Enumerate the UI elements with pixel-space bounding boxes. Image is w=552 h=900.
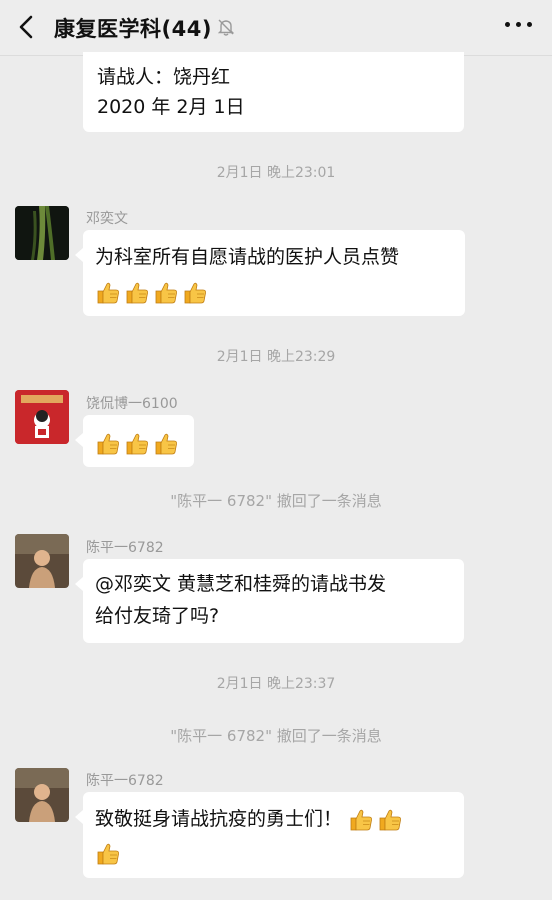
thumbs-up-icon — [95, 841, 121, 867]
message-text: 2020 年 2月 1日 — [97, 96, 245, 118]
avatar[interactable] — [15, 534, 69, 588]
thumbs-up-icon — [348, 807, 374, 833]
thumbs-up-icon — [153, 431, 179, 457]
message-bubble[interactable]: 为科室所有自愿请战的医护人员点赞 — [75, 230, 465, 316]
sender-name: 饶侃博一6100 — [86, 396, 178, 412]
sender-name: 邓奕文 — [86, 211, 128, 227]
thumbs-up-emoji-group — [95, 280, 208, 306]
sender-name: 陈平一6782 — [86, 773, 164, 789]
thumbs-up-icon — [124, 431, 150, 457]
sender-name: 陈平一6782 — [86, 540, 164, 556]
timestamp: 2月1日 晚上23:01 — [216, 165, 336, 181]
recall-notice: "陈平一 6782" 撤回了一条消息 — [170, 492, 382, 510]
avatar[interactable] — [15, 390, 69, 444]
message-bubble[interactable] — [75, 415, 194, 467]
thumbs-up-emoji-group — [95, 841, 121, 867]
message-text: 为科室所有自愿请战的医护人员点赞 — [95, 246, 400, 268]
thumbs-up-icon — [153, 280, 179, 306]
timestamp: 2月1日 晚上23:37 — [216, 676, 336, 692]
thumbs-up-icon — [377, 807, 403, 833]
thumbs-up-icon — [95, 280, 121, 306]
message-bubble[interactable]: 致敬挺身请战抗疫的勇士们！ — [75, 792, 464, 878]
avatar[interactable] — [15, 768, 69, 822]
message-text: 给付友琦了吗? — [95, 605, 220, 627]
more-dots-icon[interactable] — [505, 22, 532, 27]
recall-notice: "陈平一 6782" 撤回了一条消息 — [170, 727, 382, 745]
chat-title: 康复医学科(44) — [54, 17, 212, 41]
thumbs-up-emoji-group — [95, 431, 179, 457]
chat-header: 康复医学科(44) — [0, 0, 552, 56]
thumbs-up-icon — [124, 280, 150, 306]
message-text: @邓奕文 黄慧芝和桂舜的请战书发 — [95, 573, 387, 595]
message-text: 致敬挺身请战抗疫的勇士们！ — [95, 808, 343, 830]
bell-off-icon — [217, 19, 235, 36]
avatar[interactable] — [15, 206, 69, 260]
thumbs-up-icon — [95, 431, 121, 457]
thumbs-up-emoji-group — [348, 807, 403, 833]
chevron-left-icon[interactable] — [14, 13, 40, 41]
message-text: 请战人：饶丹红 — [97, 66, 231, 88]
thumbs-up-icon — [182, 280, 208, 306]
message-bubble[interactable]: @邓奕文 黄慧芝和桂舜的请战书发 给付友琦了吗? — [75, 559, 464, 643]
timestamp: 2月1日 晚上23:29 — [216, 349, 336, 365]
message-bubble[interactable]: 请战人：饶丹红 2020 年 2月 1日 — [83, 52, 464, 132]
